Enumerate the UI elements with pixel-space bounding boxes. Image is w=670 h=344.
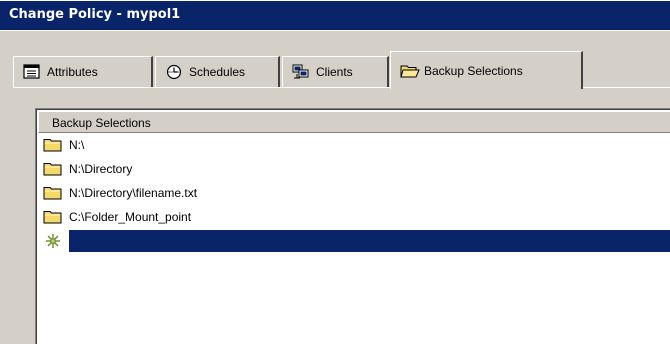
new-item-sparkle-icon — [43, 233, 63, 249]
list-item-label: N:\ — [69, 138, 85, 152]
backup-selections-list[interactable]: Backup Selections N:\ N:\Directory N:\Di… — [35, 108, 670, 344]
list-item[interactable]: N:\Directory\filename.txt — [38, 181, 670, 205]
folder-icon — [43, 162, 63, 176]
column-header-backup-selections[interactable]: Backup Selections — [38, 111, 670, 133]
tab-strip: Attributes Schedules Clients Backup Sele… — [0, 48, 670, 89]
folder-icon — [43, 210, 63, 224]
attributes-icon — [23, 64, 41, 80]
change-policy-window: Change Policy - mypol1 Attributes Schedu… — [0, 0, 670, 344]
title-divider — [0, 30, 670, 31]
window-title: Change Policy - mypol1 — [9, 7, 181, 22]
tab-attributes-label: Attributes — [47, 65, 98, 79]
folder-icon — [43, 186, 63, 200]
title-bar[interactable]: Change Policy - mypol1 — [0, 0, 670, 30]
list-item-label: C:\Folder_Mount_point — [69, 210, 192, 224]
list-item[interactable]: N:\ — [38, 133, 670, 157]
list-item[interactable]: C:\Folder_Mount_point — [38, 205, 670, 229]
schedules-icon — [165, 64, 183, 80]
tab-clients[interactable]: Clients — [282, 56, 389, 87]
list-item-label: N:\Directory\filename.txt — [69, 186, 198, 200]
tab-backup-selections-label: Backup Selections — [424, 63, 523, 78]
list-rows: N:\ N:\Directory N:\Directory\filename.t… — [38, 133, 670, 253]
clients-icon — [292, 64, 310, 80]
tab-backup-selections[interactable]: Backup Selections — [390, 51, 583, 89]
tab-clients-label: Clients — [316, 65, 353, 79]
new-entry-row[interactable] — [38, 229, 670, 253]
new-entry-input[interactable] — [69, 230, 670, 252]
tab-schedules-label: Schedules — [189, 65, 246, 79]
column-header-label: Backup Selections — [52, 116, 151, 130]
tab-attributes[interactable]: Attributes — [13, 56, 153, 87]
folder-icon — [43, 138, 63, 152]
list-item[interactable]: N:\Directory — [38, 157, 670, 181]
list-item-label: N:\Directory — [69, 162, 133, 176]
tab-schedules[interactable]: Schedules — [155, 56, 280, 87]
folder-open-icon — [400, 63, 420, 79]
